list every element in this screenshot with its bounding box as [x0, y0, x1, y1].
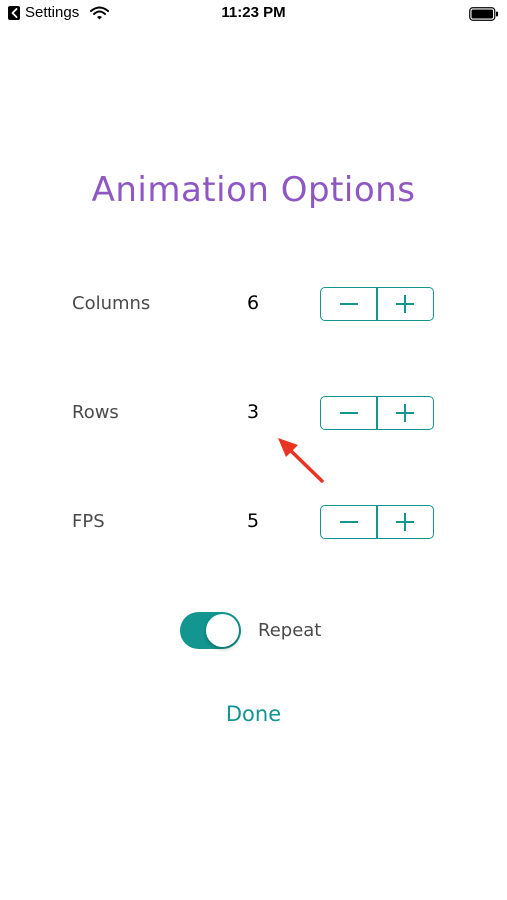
fps-value: 5 [246, 510, 260, 532]
fps-increment-button[interactable] [378, 506, 433, 538]
fps-label: FPS [72, 511, 105, 532]
fps-option-row: FPS 5 [0, 505, 507, 541]
status-bar: Settings 11:23 PM [0, 0, 507, 30]
columns-stepper [320, 287, 434, 321]
plus-icon [396, 404, 415, 422]
repeat-label: Repeat [258, 620, 322, 641]
columns-increment-button[interactable] [378, 288, 433, 320]
columns-value: 6 [246, 292, 260, 314]
minus-icon [339, 412, 358, 414]
minus-icon [339, 521, 358, 523]
rows-label: Rows [72, 402, 119, 423]
page-title: Animation Options [91, 170, 416, 210]
plus-icon [396, 513, 415, 531]
columns-label: Columns [72, 293, 151, 314]
rows-decrement-button[interactable] [321, 397, 376, 429]
battery-icon [469, 6, 499, 25]
rows-option-row: Rows 3 [0, 396, 507, 432]
rows-value: 3 [246, 401, 260, 423]
toggle-knob [206, 614, 239, 647]
fps-stepper [320, 505, 434, 539]
fps-decrement-button[interactable] [321, 506, 376, 538]
minus-icon [339, 303, 358, 305]
repeat-toggle[interactable] [180, 612, 241, 649]
clock: 11:23 PM [221, 4, 286, 21]
annotation-arrow-icon [278, 438, 324, 483]
rows-increment-button[interactable] [378, 397, 433, 429]
rows-stepper [320, 396, 434, 430]
plus-icon [396, 295, 415, 313]
columns-option-row: Columns 6 [0, 287, 507, 323]
done-button[interactable]: Done [0, 702, 507, 726]
columns-decrement-button[interactable] [321, 288, 376, 320]
